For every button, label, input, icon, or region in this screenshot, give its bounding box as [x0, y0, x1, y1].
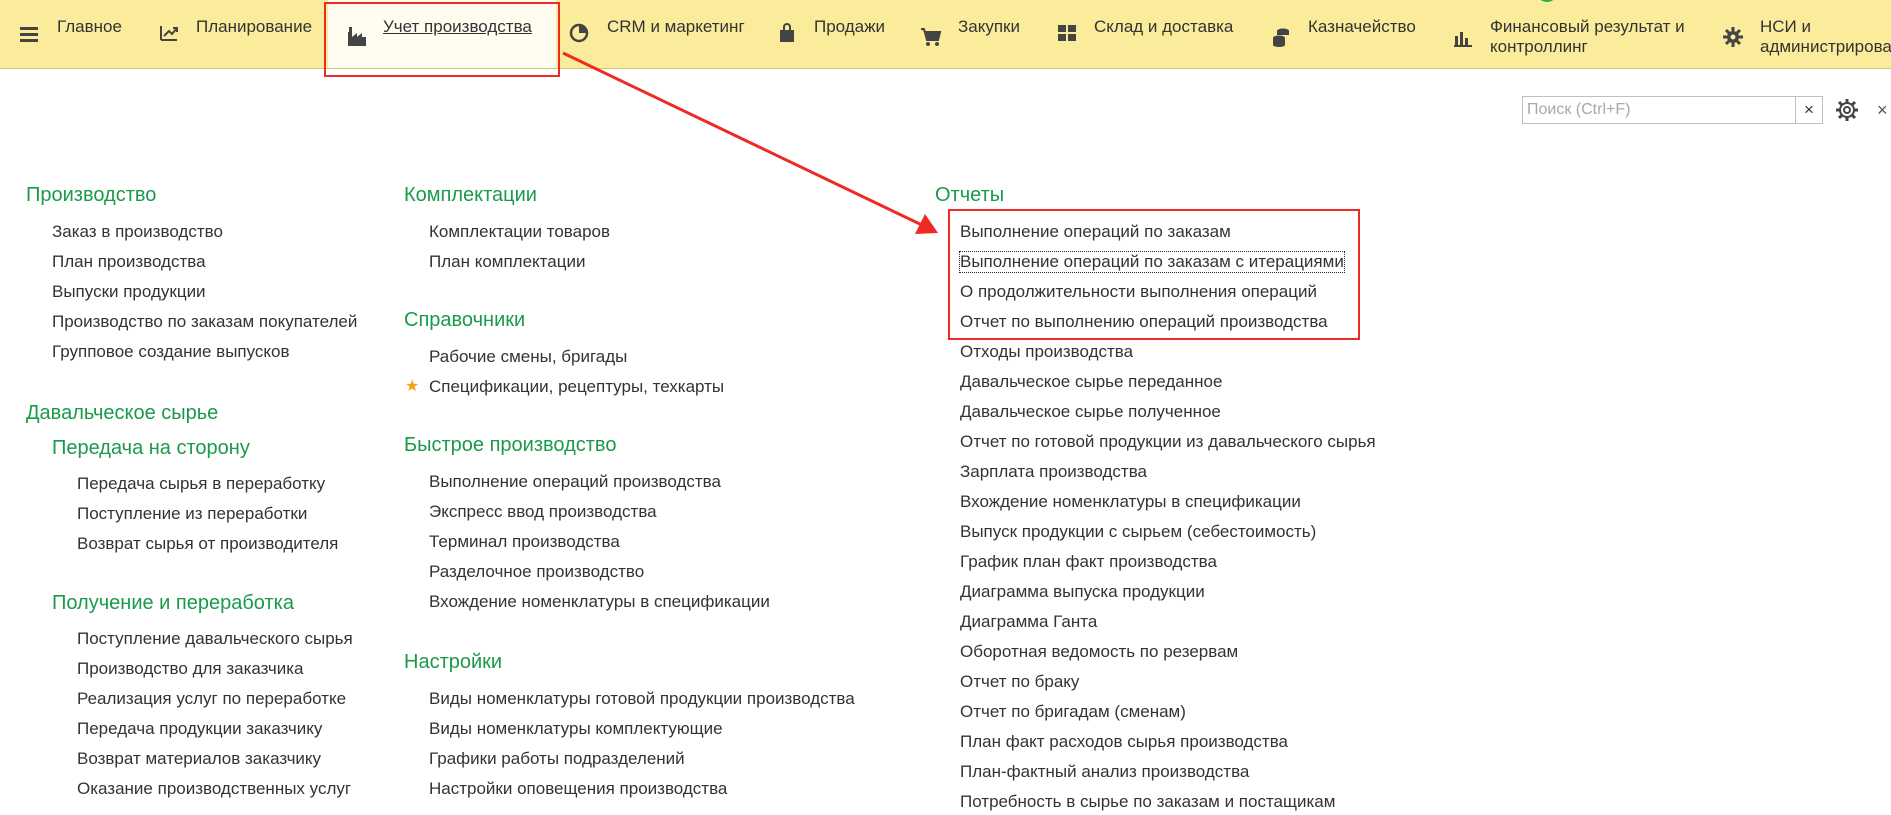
annotation-arrow [562, 51, 938, 234]
